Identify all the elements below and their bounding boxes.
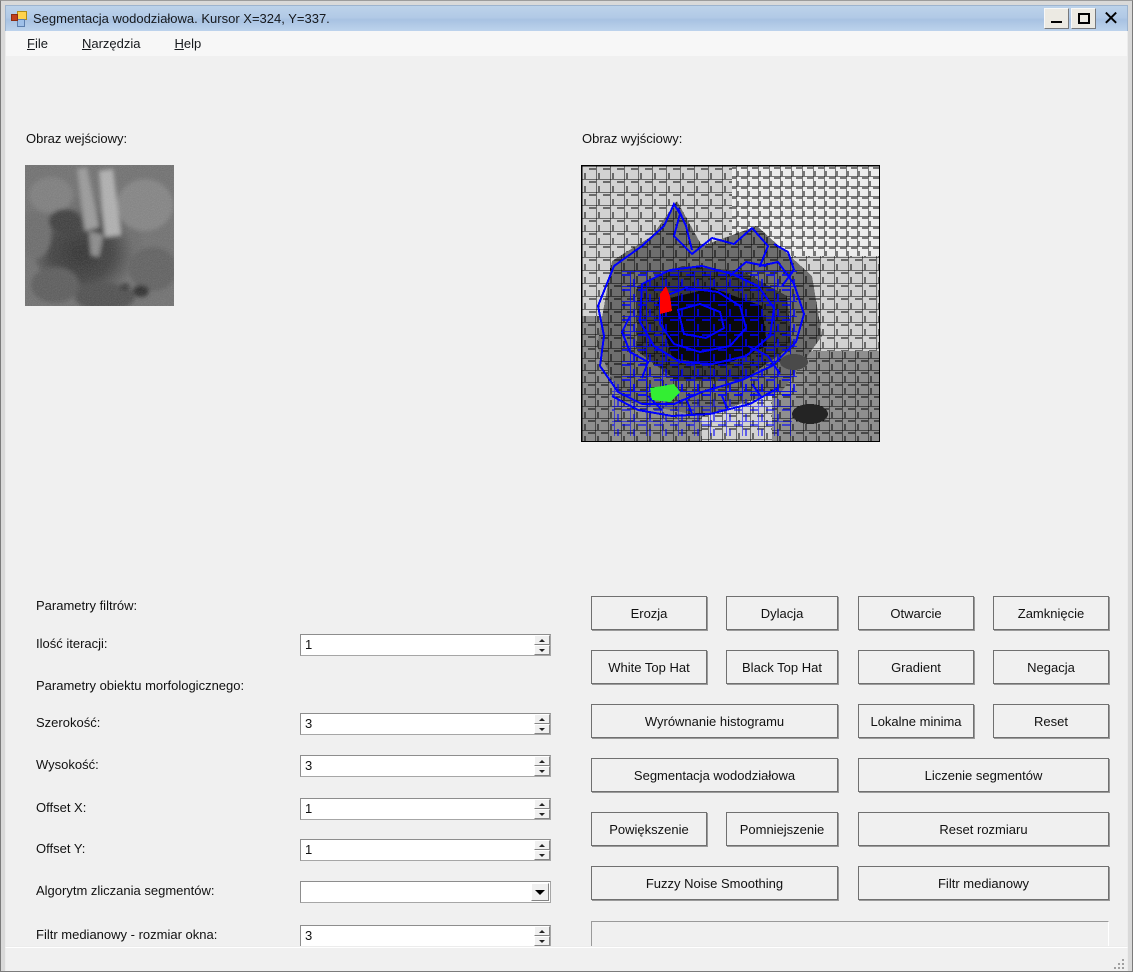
spin-up-icon[interactable] bbox=[534, 635, 550, 645]
spin-down-icon[interactable] bbox=[534, 724, 550, 734]
button-white-top-hat[interactable]: White Top Hat bbox=[591, 650, 707, 684]
button-gradient[interactable]: Gradient bbox=[858, 650, 974, 684]
param-label-median-window: Filtr medianowy - rozmiar okna: bbox=[36, 927, 218, 942]
param-label-iterations: Ilość iteracji: bbox=[36, 636, 108, 651]
menu-bar: File Narzędzia Help bbox=[5, 31, 1128, 56]
spin-down-icon[interactable] bbox=[534, 809, 550, 819]
param-label-height: Wysokość: bbox=[36, 757, 99, 772]
param-label-segment-algorithm: Algorytm zliczania segmentów: bbox=[36, 883, 215, 898]
segment-count-algorithm-combo[interactable] bbox=[300, 881, 551, 903]
iterations-spin-buttons bbox=[533, 635, 550, 655]
button-erosion[interactable]: Erozja bbox=[591, 596, 707, 630]
button-dilation[interactable]: Dylacja bbox=[726, 596, 838, 630]
status-bar bbox=[5, 947, 1128, 971]
spin-up-icon[interactable] bbox=[534, 840, 550, 850]
param-label-width: Szerokość: bbox=[36, 715, 101, 730]
button-watershed-segmentation[interactable]: Segmentacja wododziałowa bbox=[591, 758, 838, 792]
input-image[interactable] bbox=[25, 165, 174, 306]
width-spin-buttons bbox=[533, 714, 550, 734]
output-image-caption: Obraz wyjściowy: bbox=[582, 131, 683, 146]
button-reset-size[interactable]: Reset rozmiaru bbox=[858, 812, 1109, 846]
button-negation[interactable]: Negacja bbox=[993, 650, 1109, 684]
minimize-button[interactable] bbox=[1044, 8, 1069, 29]
button-median-filter[interactable]: Filtr medianowy bbox=[858, 866, 1109, 900]
output-image[interactable] bbox=[581, 165, 880, 442]
median-window-spin-buttons bbox=[533, 926, 550, 946]
button-count-segments[interactable]: Liczenie segmentów bbox=[858, 758, 1109, 792]
section-filters-label: Parametry filtrów: bbox=[36, 598, 138, 613]
offset-y-value[interactable]: 1 bbox=[301, 840, 533, 860]
param-label-offset-x: Offset X: bbox=[36, 800, 87, 815]
application-window: Segmentacja wododziałowa. Kursor X=324, … bbox=[0, 0, 1133, 972]
button-zoom-in[interactable]: Powiększenie bbox=[591, 812, 707, 846]
spin-up-icon[interactable] bbox=[534, 756, 550, 766]
offset-y-spinner[interactable]: 1 bbox=[300, 839, 551, 861]
spin-up-icon[interactable] bbox=[534, 714, 550, 724]
offset-x-spin-buttons bbox=[533, 799, 550, 819]
close-button[interactable]: ✕ bbox=[1098, 8, 1124, 29]
button-opening[interactable]: Otwarcie bbox=[858, 596, 974, 630]
median-window-spinner[interactable]: 3 bbox=[300, 925, 551, 946]
menu-item-narzedzia[interactable]: Narzędzia bbox=[81, 34, 142, 53]
height-spin-buttons bbox=[533, 756, 550, 776]
iterations-value[interactable]: 1 bbox=[301, 635, 533, 655]
window-title: Segmentacja wododziałowa. Kursor X=324, … bbox=[33, 11, 330, 26]
button-local-minima[interactable]: Lokalne minima bbox=[858, 704, 974, 738]
param-label-offset-y: Offset Y: bbox=[36, 841, 86, 856]
height-value[interactable]: 3 bbox=[301, 756, 533, 776]
segment-count-algorithm-value[interactable] bbox=[301, 882, 531, 902]
window-controls: ✕ bbox=[1044, 8, 1124, 29]
spin-down-icon[interactable] bbox=[534, 766, 550, 776]
menu-item-help[interactable]: Help bbox=[174, 34, 203, 53]
spin-down-icon[interactable] bbox=[534, 850, 550, 860]
button-fuzzy-noise-smoothing[interactable]: Fuzzy Noise Smoothing bbox=[591, 866, 838, 900]
result-panel[interactable] bbox=[591, 921, 1109, 946]
spin-up-icon[interactable] bbox=[534, 799, 550, 809]
menu-item-file[interactable]: File bbox=[26, 34, 49, 53]
spin-down-icon[interactable] bbox=[534, 645, 550, 655]
button-zoom-out[interactable]: Pomniejszenie bbox=[726, 812, 838, 846]
offset-x-spinner[interactable]: 1 bbox=[300, 798, 551, 820]
client-area: Obraz wejściowy: Obraz wyjściowy: Parame… bbox=[5, 56, 1128, 947]
button-histogram-equalization[interactable]: Wyrównanie histogramu bbox=[591, 704, 838, 738]
height-spinner[interactable]: 3 bbox=[300, 755, 551, 777]
app-icon bbox=[11, 10, 27, 27]
size-grip[interactable] bbox=[1112, 957, 1124, 969]
offset-x-value[interactable]: 1 bbox=[301, 799, 533, 819]
iterations-spinner[interactable]: 1 bbox=[300, 634, 551, 656]
width-value[interactable]: 3 bbox=[301, 714, 533, 734]
input-image-caption: Obraz wejściowy: bbox=[26, 131, 128, 146]
section-morphology-label: Parametry obiektu morfologicznego: bbox=[36, 678, 245, 693]
maximize-button[interactable] bbox=[1071, 8, 1096, 29]
spin-down-icon[interactable] bbox=[534, 936, 550, 946]
button-black-top-hat[interactable]: Black Top Hat bbox=[726, 650, 838, 684]
spin-up-icon[interactable] bbox=[534, 926, 550, 936]
width-spinner[interactable]: 3 bbox=[300, 713, 551, 735]
chevron-down-icon[interactable] bbox=[531, 883, 549, 901]
button-closing[interactable]: Zamknięcie bbox=[993, 596, 1109, 630]
median-window-value[interactable]: 3 bbox=[301, 926, 533, 946]
offset-y-spin-buttons bbox=[533, 840, 550, 860]
title-bar: Segmentacja wododziałowa. Kursor X=324, … bbox=[5, 5, 1128, 31]
button-reset[interactable]: Reset bbox=[993, 704, 1109, 738]
